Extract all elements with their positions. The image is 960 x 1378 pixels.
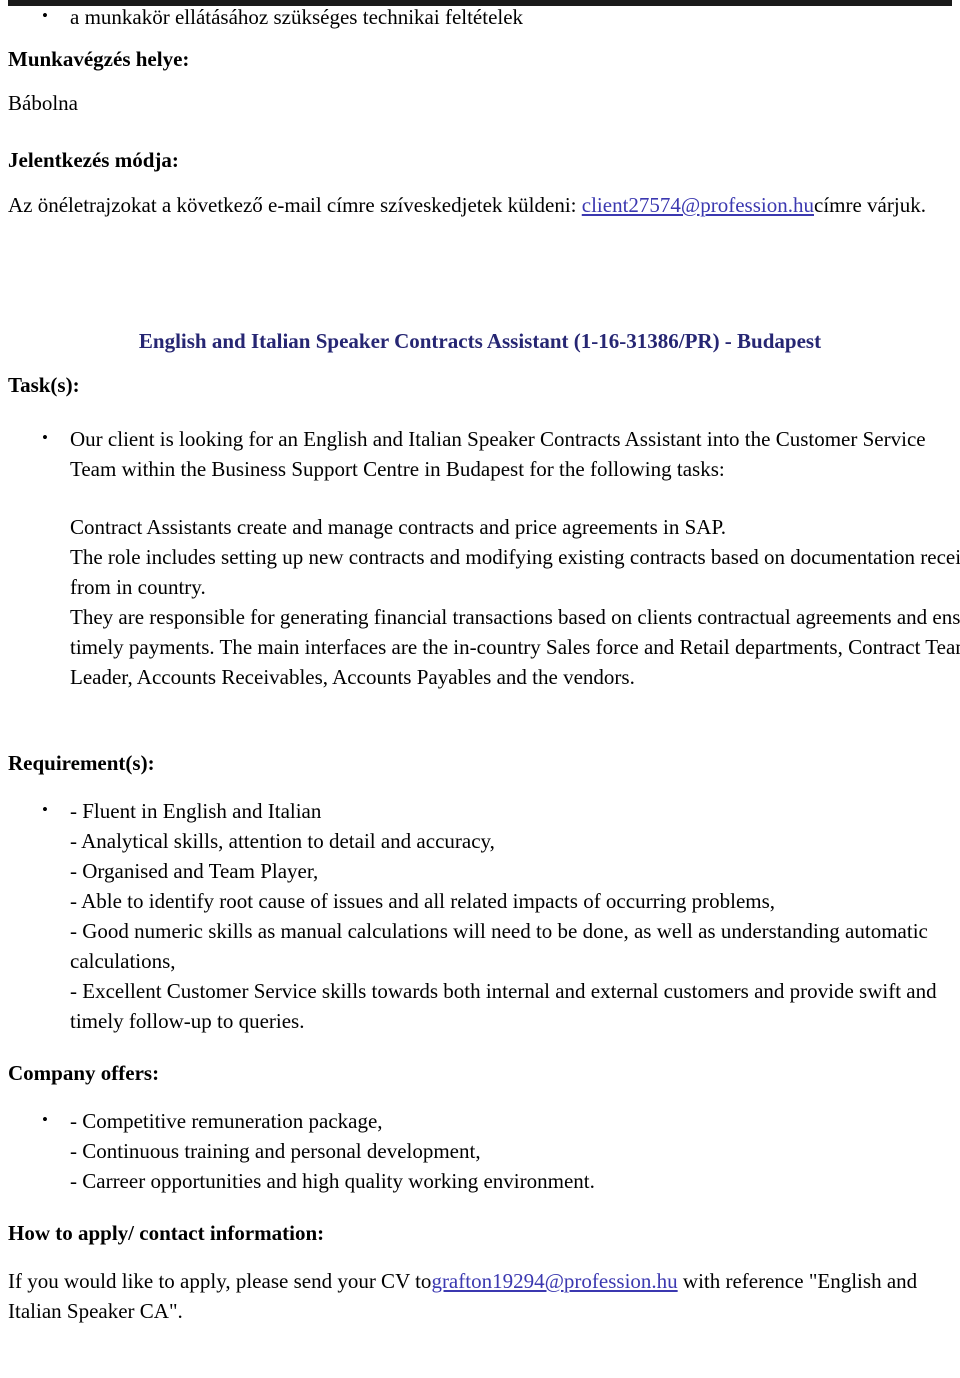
requirement-line: - Analytical skills, attention to detail… [70,829,495,853]
requirement-line: - Excellent Customer Service skills towa… [70,979,937,1033]
list-item: - Fluent in English and Italian [8,795,952,826]
offer-line: - Carreer opportunities and high quality… [70,1169,595,1193]
tasks-detail-line: Contract Assistants create and manage co… [70,515,727,539]
apply-mode-heading: Jelentkezés módja: [8,148,179,172]
offer-line: - Continuous training and personal devel… [70,1139,481,1163]
list-item: - Competitive remuneration package, [8,1105,952,1136]
apply-mode-paragraph: Az önéletrajzokat a következő e-mail cím… [8,190,952,220]
list-item: Our client is looking for an English and… [8,423,952,484]
recruiter-email-link[interactable]: grafton19294@profession.hu [431,1269,677,1293]
work-place-value: Bábolna [8,91,78,115]
job-title-text: English and Italian Speaker Contracts As… [138,329,822,353]
client-email-link[interactable]: client27574@profession.hu [582,193,814,217]
document-page: a munkakör ellátásához szükséges technik… [0,0,960,1378]
tasks-detail-line: They are responsible for generating fina… [70,605,960,689]
requirements-heading: Requirement(s): [8,751,155,775]
apply-mode-text-before: Az önéletrajzokat a következő e-mail cím… [8,193,582,217]
requirements-bullet-list: - Fluent in English and Italian - Analyt… [8,795,952,1036]
bullet-list: a munkakör ellátásához szükséges technik… [8,1,952,32]
job-title: English and Italian Speaker Contracts As… [8,326,952,356]
requirement-line: - Able to identify root cause of issues … [70,889,776,913]
apply-text-before: If you would like to apply, please send … [8,1269,432,1293]
requirement-line: - Organised and Team Player, [70,859,319,883]
apply-mode-text-after: címre várjuk. [814,193,926,217]
company-offers-heading: Company offers: [8,1061,160,1085]
bullet-list: - Fluent in English and Italian [8,795,952,826]
tasks-bullet-list: Our client is looking for an English and… [8,423,952,484]
requirement-line: - Good numeric skills as manual calculat… [70,919,928,973]
tasks-detail-line: The role includes setting up new contrac… [70,545,960,599]
how-to-apply-heading: How to apply/ contact information: [8,1221,325,1245]
requirements-sub-lines: - Analytical skills, attention to detail… [8,826,952,1036]
tasks-heading: Task(s): [8,373,80,397]
bullet-list: Our client is looking for an English and… [8,423,952,484]
bullet-list: - Competitive remuneration package, [8,1105,952,1136]
company-offers-bullet-list: - Competitive remuneration package, - Co… [8,1105,952,1196]
work-place-heading: Munkavégzés helye: [8,47,190,71]
how-to-apply-paragraph: If you would like to apply, please send … [8,1266,952,1326]
tasks-detail-block: Contract Assistants create and manage co… [8,512,960,692]
list-item: a munkakör ellátásához szükséges technik… [8,1,952,32]
company-offers-sub-lines: - Continuous training and personal devel… [8,1136,952,1196]
previous-page-bullet-list: a munkakör ellátásához szükséges technik… [8,1,952,32]
